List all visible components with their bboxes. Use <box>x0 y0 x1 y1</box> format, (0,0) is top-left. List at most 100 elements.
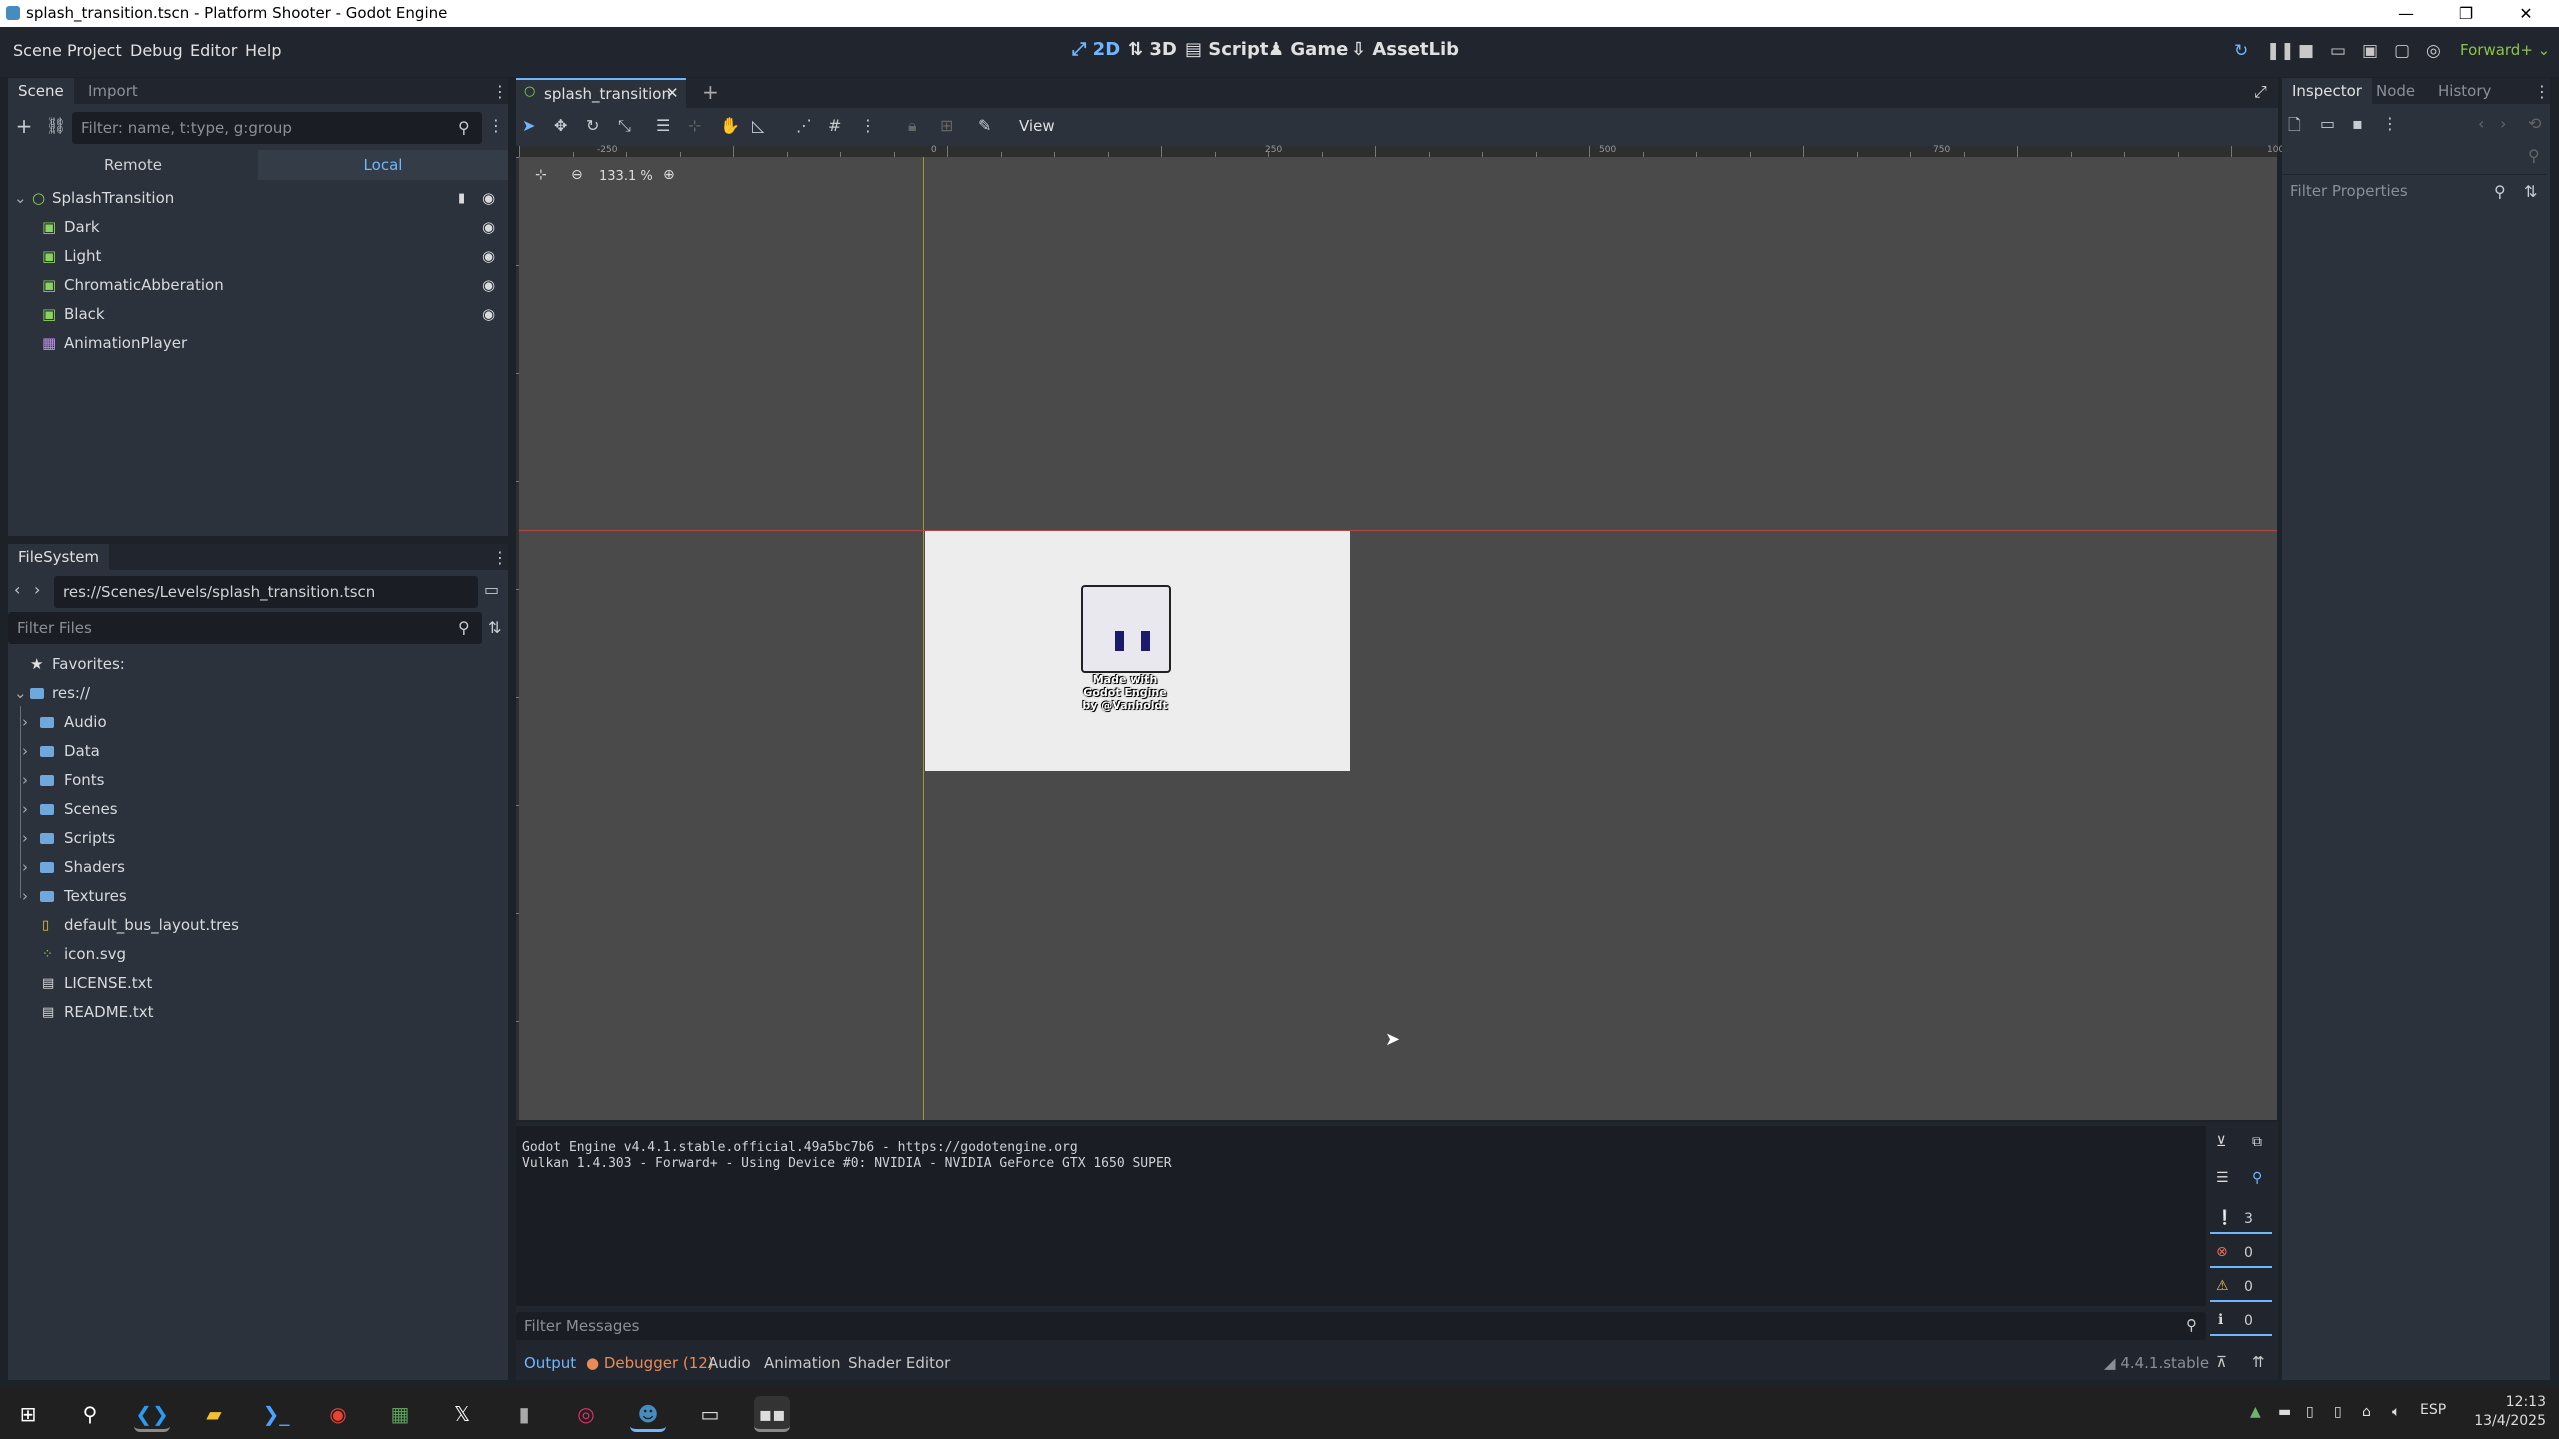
pin-panel-icon[interactable]: ⊼ <box>2216 1353 2227 1371</box>
tree-node-light[interactable]: ▣ Light ◉ <box>8 242 508 271</box>
godot-taskbar-icon[interactable]: ☻ <box>630 1396 666 1432</box>
back-chevron-icon[interactable]: ‹ <box>14 580 20 599</box>
search-toggle-icon[interactable]: ⚲ <box>2252 1170 2262 1186</box>
tab-animation[interactable]: Animation <box>764 1354 840 1372</box>
object-history-icon[interactable]: ⟲ <box>2528 114 2541 133</box>
list-select-icon[interactable]: ☰ <box>656 116 670 135</box>
file-row[interactable]: ⁘ icon.svg <box>8 940 508 969</box>
workspace-3d[interactable]: ⇅ 3D <box>1128 39 1177 60</box>
minimize-icon[interactable]: — <box>2376 0 2436 27</box>
volume-icon[interactable]: 🔈︎ <box>2392 1404 2400 1420</box>
tab-node[interactable]: Node <box>2366 78 2425 104</box>
network-icon[interactable]: ⌂ <box>2362 1404 2371 1420</box>
add-node-icon[interactable]: + <box>14 114 34 138</box>
tab-output[interactable]: Output <box>524 1354 576 1372</box>
scale-tool-icon[interactable]: ⤡ <box>618 116 631 136</box>
bone-icon[interactable]: ✎ <box>978 116 991 135</box>
nvidia-tray-icon[interactable]: ▲ <box>2250 1404 2261 1420</box>
stop-icon[interactable]: ■ <box>2298 41 2314 61</box>
pivot-tool-icon[interactable]: ⊹ <box>688 116 701 135</box>
visibility-eye-icon[interactable]: ◉ <box>482 300 495 329</box>
res-root-row[interactable]: ⌄ res:// <box>8 679 508 708</box>
property-options-icon[interactable]: ⇅ <box>2524 182 2537 201</box>
calculator-icon[interactable]: ▦ <box>382 1396 418 1432</box>
clear-output-icon[interactable]: ⊻ <box>2216 1134 2226 1150</box>
tab-scene[interactable]: Scene <box>8 78 74 104</box>
extra-options-icon[interactable]: ⋮ <box>2382 114 2398 133</box>
grid-snap-icon[interactable]: # <box>828 116 841 135</box>
pan-tool-icon[interactable]: ✋ <box>720 116 740 135</box>
chrome-icon[interactable]: ◉ <box>320 1396 356 1432</box>
run-current-scene-icon[interactable]: ▣ <box>2362 41 2378 61</box>
dock-menu-icon[interactable]: ⋮ <box>492 548 508 567</box>
collapse-duplicates-icon[interactable]: ☰ <box>2216 1170 2229 1186</box>
language-indicator[interactable]: ESP <box>2420 1402 2446 1418</box>
new-resource-icon[interactable]: 🗋︎ <box>2288 114 2301 141</box>
vscode-icon[interactable]: ❮❯ <box>134 1396 170 1432</box>
search-icon[interactable]: ⚲ <box>72 1396 108 1432</box>
game-window-icon[interactable]: ▪▪ <box>754 1396 790 1432</box>
folder-row[interactable]: › Scripts <box>8 824 508 853</box>
tab-shader-editor[interactable]: Shader Editor <box>848 1354 950 1372</box>
windows-start-icon[interactable]: ⊞ <box>10 1396 46 1432</box>
tab-audio[interactable]: Audio <box>708 1354 751 1372</box>
distraction-free-icon[interactable]: ⤢ <box>2254 82 2267 102</box>
tab-import[interactable]: Import <box>78 78 148 104</box>
filter-files-input[interactable]: Filter Files <box>8 612 482 644</box>
dock-menu-icon[interactable]: ⋮ <box>2534 82 2550 101</box>
file-row[interactable]: ▯ default_bus_layout.tres <box>8 911 508 940</box>
select-tool-icon[interactable]: ➤ <box>522 116 535 135</box>
menu-editor[interactable]: Editor <box>190 41 237 60</box>
remote-toggle[interactable]: Remote <box>8 150 258 180</box>
remote-debug-icon[interactable]: ▭ <box>2330 41 2346 61</box>
file-explorer-icon[interactable]: ▰ <box>196 1396 232 1432</box>
folder-row[interactable]: › Shaders <box>8 853 508 882</box>
menu-project[interactable]: Project <box>67 41 122 60</box>
tree-node-splashtransition[interactable]: ⌄ ○ SplashTransition ▮ ◉ <box>8 184 508 213</box>
toggle-info[interactable]: ℹ0 <box>2210 1308 2272 1336</box>
close-tab-icon[interactable]: ✕ <box>666 84 679 102</box>
x-app-icon[interactable]: 𝕏 <box>444 1396 480 1432</box>
tab-history[interactable]: History <box>2428 78 2501 104</box>
close-window-icon[interactable]: ✕ <box>2496 0 2556 27</box>
pin-icon[interactable]: ⚲ <box>2528 146 2540 165</box>
tray-icon[interactable]: ▯ <box>2306 1404 2314 1420</box>
file-row[interactable]: ▤ README.txt <box>8 998 508 1027</box>
zoom-in-icon[interactable]: ⊕ <box>663 167 675 183</box>
favorites-row[interactable]: ★ Favorites: <box>8 650 508 679</box>
toggle-errors[interactable]: ⊗ 0 <box>2210 1240 2272 1268</box>
move-tool-icon[interactable]: ✥ <box>554 116 567 135</box>
workspace-script[interactable]: ▤ Script <box>1185 39 1268 60</box>
rotate-tool-icon[interactable]: ↻ <box>586 116 599 135</box>
workspace-2d[interactable]: ⤢ 2D <box>1072 39 1120 60</box>
tray-icon[interactable]: ▯ <box>2334 1404 2342 1420</box>
local-toggle[interactable]: Local <box>258 150 508 180</box>
file-row[interactable]: ▤ LICENSE.txt <box>8 969 508 998</box>
scene-filter-menu-icon[interactable]: ⋮ <box>488 116 504 135</box>
renderer-select[interactable]: Forward+ ⌄ <box>2460 41 2550 59</box>
scene-filter-input[interactable]: Filter: name, t:type, g:group <box>72 112 482 144</box>
filter-messages-input[interactable]: Filter Messages ⚲ <box>516 1312 2206 1340</box>
add-tab-icon[interactable]: + <box>702 80 719 104</box>
load-resource-icon[interactable]: ▭ <box>2320 114 2335 133</box>
run-custom-scene-icon[interactable]: ▢ <box>2394 41 2410 61</box>
folder-row[interactable]: › Textures <box>8 882 508 911</box>
sort-icon[interactable]: ⇅ <box>488 618 501 637</box>
center-view-icon[interactable]: ⊹ <box>535 167 547 183</box>
copy-output-icon[interactable]: ⧉ <box>2252 1134 2262 1150</box>
tab-debugger[interactable]: ● Debugger (12) <box>586 1354 714 1372</box>
pause-icon[interactable]: ❚❚ <box>2266 41 2295 61</box>
save-resource-icon[interactable]: ▪ <box>2352 114 2363 133</box>
workspace-game[interactable]: ♟ Game <box>1268 39 1348 60</box>
movie-maker-icon[interactable]: ◎ <box>2426 41 2441 61</box>
workspace-assetlib[interactable]: ⇩ AssetLib <box>1351 39 1459 60</box>
visibility-eye-icon[interactable]: ◉ <box>482 242 495 271</box>
group-icon[interactable]: ⊞ <box>940 116 953 135</box>
toggle-messages[interactable]: ❕ 3 <box>2210 1206 2272 1234</box>
ruler-tool-icon[interactable]: ◺ <box>752 116 764 135</box>
split-mode-icon[interactable]: ▭ <box>484 580 499 599</box>
clock-date[interactable]: 13/4/2025 <box>2470 1413 2546 1429</box>
dock-menu-icon[interactable]: ⋮ <box>492 82 508 101</box>
clock-time[interactable]: 12:13 <box>2480 1394 2546 1410</box>
menu-help[interactable]: Help <box>245 41 281 60</box>
